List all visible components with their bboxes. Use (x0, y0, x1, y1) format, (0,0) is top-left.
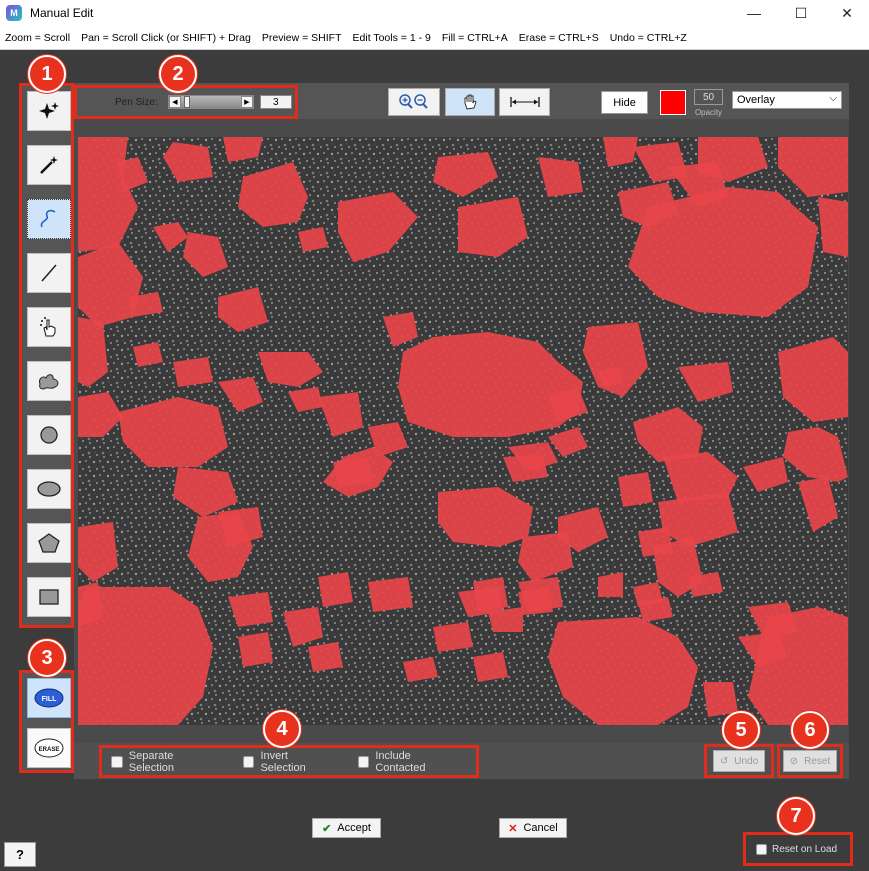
invert-selection-option[interactable]: Invert Selection (242, 749, 335, 774)
overlay-color-swatch[interactable] (660, 90, 686, 115)
blob-tool-button[interactable] (27, 361, 71, 401)
rectangle-icon (39, 589, 59, 605)
include-contacted-checkbox[interactable] (357, 755, 370, 768)
image-canvas[interactable] (78, 137, 848, 725)
callout-6: 6 (791, 711, 829, 749)
callout-5: 5 (722, 711, 760, 749)
cancel-label: Cancel (523, 822, 558, 834)
hand-pointer-icon (40, 317, 56, 337)
polygon-tool-button[interactable] (27, 523, 71, 563)
hotkey-fill: Fill = CTRL+A (441, 31, 508, 44)
title-bar: M Manual Edit — ☐ ✕ (0, 0, 869, 26)
accept-button[interactable]: ✔ Accept (312, 818, 381, 838)
reset-on-load-label: Reset on Load (772, 843, 838, 855)
reset-group: ⊘ Reset (777, 744, 843, 778)
reset-label: Reset (804, 755, 831, 767)
pen-size-label: Pen Size: (115, 96, 158, 108)
selection-options-group: Separate Selection Invert Selection Incl… (99, 745, 479, 778)
invert-selection-checkbox[interactable] (242, 755, 255, 768)
fill-label: FILL (42, 696, 57, 703)
click-select-tool-button[interactable] (27, 307, 71, 347)
opacity-label: Opacity (694, 108, 723, 117)
slider-thumb[interactable] (183, 96, 190, 108)
freehand-pen-tool-button[interactable] (27, 199, 71, 239)
display-mode-value: Overlay (737, 94, 775, 106)
maximize-button[interactable]: ☐ (778, 0, 824, 26)
include-contacted-option[interactable]: Include Contacted (357, 749, 462, 774)
blob-icon (39, 374, 59, 390)
hotkey-preview: Preview = SHIFT (261, 31, 342, 44)
magic-wand-tool-button[interactable] (27, 145, 71, 185)
callout-7: 7 (777, 797, 815, 835)
callout-4: 4 (263, 710, 301, 748)
polygon-icon (38, 533, 60, 553)
separate-selection-option[interactable]: Separate Selection (111, 750, 220, 774)
undo-icon: ↺ (719, 755, 729, 767)
check-icon: ✔ (322, 822, 332, 835)
display-mode-select[interactable]: Overlay ⌵ (732, 91, 842, 109)
erase-label: ERASE (39, 747, 60, 753)
ellipse-tool-button[interactable] (27, 469, 71, 509)
line-tool-button[interactable] (27, 253, 71, 293)
rectangle-tool-button[interactable] (27, 577, 71, 617)
auto-select-tool-button[interactable] (27, 91, 71, 131)
undo-group: ↺ Undo (704, 744, 774, 778)
separate-selection-label: Separate Selection (128, 749, 175, 774)
magic-wand-icon (40, 156, 58, 174)
reset-button[interactable]: ⊘ Reset (782, 750, 838, 772)
hide-overlay-button[interactable]: Hide (601, 91, 648, 114)
fit-width-icon (509, 97, 540, 107)
hotkey-help-bar: Zoom = Scroll Pan = Scroll Click (or SHI… (0, 26, 869, 50)
fit-width-button[interactable] (499, 88, 550, 116)
callout-1: 1 (28, 55, 66, 93)
separate-selection-checkbox[interactable] (111, 755, 123, 768)
cancel-button[interactable]: ✕ Cancel (499, 818, 567, 838)
accept-label: Accept (337, 822, 371, 834)
include-contacted-label: Include Contacted (375, 749, 426, 774)
hotkey-zoom: Zoom = Scroll (5, 31, 71, 44)
chevron-down-icon: ⌵ (829, 93, 837, 104)
pen-size-slider[interactable]: ◀ ▶ (167, 95, 254, 109)
tool-palette (19, 83, 74, 628)
app-icon: M (6, 5, 22, 21)
pen-size-value[interactable]: 3 (259, 95, 292, 109)
hotkey-erase: Erase = CTRL+S (518, 31, 599, 44)
circle-tool-button[interactable] (27, 415, 71, 455)
reset-on-load-option[interactable]: Reset on Load (743, 832, 853, 866)
pan-hand-icon (464, 94, 477, 110)
segmented-image (78, 137, 848, 725)
hotkey-pan: Pan = Scroll Click (or SHIFT) + Drag (81, 31, 251, 44)
callout-2: 2 (159, 55, 197, 93)
x-icon: ✕ (508, 822, 518, 835)
invert-selection-label: Invert Selection (260, 749, 306, 774)
line-icon (41, 264, 57, 282)
pan-button[interactable] (445, 88, 495, 116)
zoom-in-out-icon (399, 94, 428, 109)
window-title: Manual Edit (30, 6, 94, 20)
freehand-pen-icon (40, 209, 56, 228)
undo-button[interactable]: ↺ Undo (712, 750, 766, 772)
reset-icon: ⊘ (789, 755, 799, 767)
opacity-input[interactable]: 50 (694, 89, 723, 105)
ellipse-icon (37, 481, 61, 497)
reset-on-load-checkbox[interactable] (756, 843, 767, 855)
erase-mode-button[interactable]: ERASE (27, 728, 71, 768)
slider-right-arrow-icon[interactable]: ▶ (240, 96, 253, 108)
fill-erase-panel: FILL ERASE (19, 670, 74, 773)
help-button[interactable]: ? (4, 842, 36, 867)
slider-left-arrow-icon[interactable]: ◀ (168, 96, 181, 108)
minimize-button[interactable]: — (731, 0, 777, 26)
zoom-buttons[interactable] (388, 88, 440, 116)
slider-track (180, 96, 241, 108)
fill-icon: FILL (34, 688, 64, 708)
hotkey-undo: Undo = CTRL+Z (609, 31, 687, 44)
auto-select-icon (39, 102, 59, 119)
fill-mode-button[interactable]: FILL (27, 678, 71, 718)
hotkey-edit-tools: Edit Tools = 1 - 9 (352, 31, 431, 44)
circle-icon (40, 426, 58, 444)
erase-icon: ERASE (34, 738, 64, 758)
undo-label: Undo (734, 755, 759, 767)
close-button[interactable]: ✕ (824, 0, 869, 26)
callout-3: 3 (28, 639, 66, 677)
